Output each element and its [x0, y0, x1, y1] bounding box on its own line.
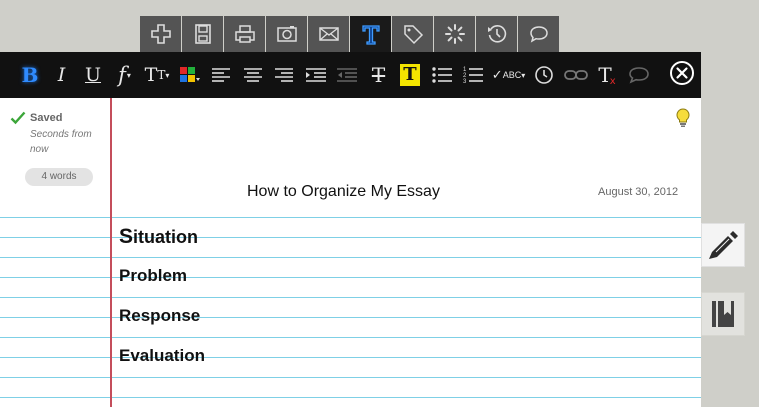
essay-line[interactable]: Evaluation — [119, 346, 205, 366]
saved-detail: Seconds from now — [30, 129, 92, 155]
font-size-label: T — [144, 64, 158, 86]
text-style-icon — [361, 25, 380, 45]
font-family-button[interactable]: f ▾ — [111, 61, 139, 89]
font-family-label: f — [118, 63, 126, 87]
italic-label: I — [57, 64, 66, 86]
align-center-button[interactable] — [239, 61, 267, 89]
document-title[interactable]: How to Organize My Essay — [247, 183, 440, 201]
document-date: August 30, 2012 — [598, 186, 679, 198]
camera-icon — [276, 26, 297, 42]
tab-history[interactable] — [476, 16, 517, 52]
saved-label: Saved — [30, 112, 63, 124]
notebook-paper: Saved Seconds from now 4 words How to Or… — [0, 98, 701, 407]
print-icon — [234, 25, 255, 43]
timestamp-button[interactable] — [530, 61, 558, 89]
tab-tags[interactable] — [392, 16, 433, 52]
essay-line[interactable]: Response — [119, 306, 200, 326]
link-button[interactable] — [562, 61, 590, 89]
close-button[interactable] — [669, 60, 695, 86]
outdent-button[interactable] — [333, 61, 361, 89]
ruled-lines — [0, 198, 701, 407]
tab-email[interactable] — [308, 16, 349, 52]
underline-label: U — [84, 64, 101, 86]
word-count-badge: 4 words — [25, 168, 93, 186]
spell-check-label: ABC — [502, 70, 522, 80]
underline-button[interactable]: U — [79, 61, 107, 89]
tab-loading[interactable] — [434, 16, 475, 52]
tab-print[interactable] — [224, 16, 265, 52]
comment-icon — [529, 26, 548, 43]
clear-formatting-button[interactable]: T x — [593, 61, 621, 89]
tag-icon — [403, 25, 423, 45]
chevron-down-icon: ▾ — [521, 70, 526, 80]
drop-cap: S — [119, 225, 134, 248]
indent-button[interactable] — [302, 61, 330, 89]
link-icon — [563, 70, 588, 80]
align-right-icon — [275, 68, 293, 82]
comment-icon — [628, 67, 649, 84]
save-icon — [194, 24, 211, 44]
mail-icon — [318, 27, 339, 41]
align-left-button[interactable] — [207, 61, 235, 89]
edit-button[interactable] — [701, 223, 745, 267]
tab-new[interactable] — [140, 16, 181, 52]
small-t-icon: T — [157, 68, 166, 82]
align-left-icon — [212, 68, 230, 82]
loading-icon — [444, 24, 465, 44]
highlight-label: T — [400, 64, 420, 86]
strikethrough-button[interactable]: T — [365, 61, 393, 89]
history-icon — [487, 25, 506, 43]
red-x-icon: x — [609, 75, 616, 87]
clock-icon — [535, 66, 553, 84]
outdent-icon — [337, 68, 357, 82]
comment-button[interactable] — [625, 61, 653, 89]
color-palette-icon — [179, 67, 200, 82]
italic-button[interactable]: I — [48, 61, 76, 89]
numbered-list-icon: 123 — [463, 67, 483, 84]
chevron-down-icon: ▾ — [165, 70, 170, 80]
notebook-button[interactable] — [701, 292, 745, 336]
tab-text-style[interactable] — [350, 16, 391, 52]
align-center-icon — [243, 68, 262, 82]
lightbulb-icon[interactable] — [676, 108, 690, 128]
highlight-button[interactable]: T — [396, 61, 424, 89]
align-right-button[interactable] — [270, 61, 298, 89]
bullet-list-icon — [431, 67, 452, 83]
pencil-icon — [709, 231, 738, 259]
strikethrough-label: T — [371, 63, 386, 87]
check-icon: ✓ — [491, 67, 503, 83]
margin-line — [110, 98, 112, 407]
numbered-list-button[interactable]: 123 — [459, 61, 487, 89]
font-size-button[interactable]: T T ▾ — [142, 61, 172, 89]
tab-save[interactable] — [182, 16, 223, 52]
bold-label: B — [21, 63, 39, 87]
essay-line[interactable]: Situation — [119, 225, 198, 249]
svg-text:3: 3 — [463, 79, 467, 84]
tab-photo[interactable] — [266, 16, 307, 52]
close-icon — [670, 61, 694, 85]
line-text-rest: ituation — [133, 227, 199, 247]
plus-icon — [150, 24, 171, 44]
indent-icon — [305, 68, 326, 82]
essay-line[interactable]: Problem — [119, 266, 187, 286]
chevron-down-icon: ▾ — [126, 70, 131, 80]
tab-comments[interactable] — [518, 16, 559, 52]
formatting-toolbar: B I U f ▾ T T ▾ T T 123 ✓ ABC ▾ T x — [0, 52, 701, 98]
check-icon — [10, 111, 26, 125]
text-color-button[interactable] — [176, 61, 204, 89]
notebook-icon — [712, 301, 734, 327]
bullet-list-button[interactable] — [428, 61, 456, 89]
spell-check-button[interactable]: ✓ ABC ▾ — [491, 61, 527, 89]
top-tab-strip — [140, 16, 560, 52]
bold-button[interactable]: B — [16, 61, 44, 89]
